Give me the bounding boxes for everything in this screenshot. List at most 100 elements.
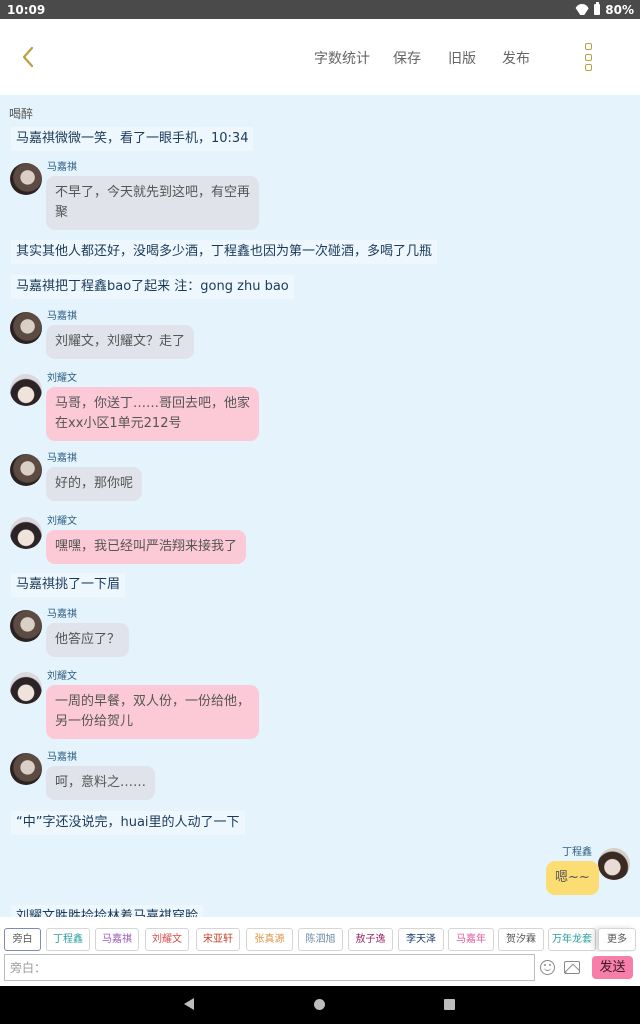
role-label: 刘耀文	[152, 934, 182, 945]
message-bubble: 好的，那你呢	[46, 467, 143, 501]
input-bar: 发送	[0, 952, 640, 986]
save-button[interactable]: 保存	[393, 48, 421, 68]
avatar	[598, 848, 630, 880]
avatar	[10, 163, 42, 195]
message-line: 他答应了？	[55, 632, 121, 647]
publish-button[interactable]: 发布	[502, 48, 530, 68]
message-line: 嘿嘿，我已经叫严浩翔来接我了	[55, 539, 238, 554]
status-right: 80%	[575, 2, 634, 17]
back-button[interactable]	[16, 43, 40, 71]
speaker-name: 刘耀文	[47, 671, 77, 682]
chevron-left-icon	[22, 46, 34, 68]
message-bubble: 一周的早餐，双人份，一份给他， 另一份给贺儿	[46, 685, 260, 739]
role-button[interactable]: 敖子逸	[348, 928, 393, 951]
status-bar: 10:09 80%	[0, 0, 640, 19]
nav-back-icon[interactable]	[184, 998, 194, 1010]
navigation-bar	[0, 986, 640, 1024]
speaker-name: 马嘉祺	[47, 752, 77, 763]
role-label: 马嘉年	[456, 934, 486, 945]
menu-dot-icon	[584, 53, 592, 61]
role-button[interactable]: 宋亚轩	[196, 928, 240, 951]
narration[interactable]: “中”字还没说完，huai里的人动了一下	[11, 811, 245, 835]
role-label: 贺汐霖	[506, 934, 536, 945]
nav-home-icon[interactable]	[314, 999, 325, 1010]
role-label: 陈泗旭	[305, 934, 336, 945]
avatar	[10, 312, 42, 344]
wifi-icon	[575, 4, 589, 15]
speaker-name: 马嘉祺	[47, 162, 77, 173]
speaker-name: 马嘉祺	[47, 453, 77, 464]
message-line: 一周的早餐，双人份，一份给他，	[55, 694, 251, 709]
narration[interactable]: 马嘉祺挑了一下眉	[11, 573, 126, 597]
word-count-button[interactable]: 字数统计	[314, 48, 370, 68]
role-label: 马嘉祺	[102, 934, 132, 945]
role-button[interactable]: 张真源	[246, 928, 293, 951]
avatar	[10, 517, 42, 549]
message-input[interactable]	[4, 954, 535, 981]
role-selector: 旁白 丁程鑫 马嘉祺 刘耀文 宋亚轩 张真源 陈泗旭 敖子逸 李天泽 马嘉年 贺…	[0, 917, 640, 952]
image-icon[interactable]	[564, 961, 580, 974]
message-bubble: 呵，意料之……	[46, 766, 156, 800]
message-line: 不早了，今天就先到这吧，有空再	[55, 185, 251, 200]
message-line: 另一份给贺儿	[55, 714, 134, 729]
message-line: 在xx小区1单元212号	[55, 416, 182, 431]
message-line: 聚	[55, 205, 69, 220]
role-label: 敖子逸	[355, 934, 386, 945]
role-button[interactable]: 马嘉年	[448, 928, 494, 951]
speaker-name: 刘耀文	[47, 373, 77, 384]
role-label: 万年龙套	[552, 934, 592, 945]
avatar	[10, 374, 42, 406]
speaker-name: 丁程鑫	[562, 847, 592, 858]
narration[interactable]: 其实其他人都还好，没喝多少酒，丁程鑫也因为第一次碰酒，多喝了几瓶	[11, 240, 438, 264]
header: 字数统计 保存 旧版 发布	[0, 19, 640, 95]
message-bubble: 嗯~~	[546, 861, 599, 895]
message-bubble: 不早了，今天就先到这吧，有空再 聚	[46, 176, 260, 230]
emoji-icon[interactable]	[540, 960, 555, 975]
role-label: 丁程鑫	[53, 934, 83, 945]
nav-recents-icon[interactable]	[444, 999, 455, 1010]
message-line: 马哥，你送丁……哥回去吧，他家	[55, 396, 251, 411]
menu-dot-icon	[584, 64, 592, 71]
avatar	[10, 672, 42, 704]
message-bubble: 他答应了？	[46, 623, 130, 657]
avatar	[10, 454, 42, 486]
role-button[interactable]: 马嘉祺	[95, 928, 139, 951]
role-button[interactable]: 陈泗旭	[298, 928, 343, 951]
role-button[interactable]: 万年龙套	[548, 928, 596, 951]
speaker-name: 刘耀文	[47, 516, 77, 527]
battery-icon	[594, 2, 601, 15]
avatar	[10, 753, 42, 785]
role-label: 更多	[607, 934, 627, 945]
speaker-name: 马嘉祺	[47, 609, 77, 620]
chapter-title: 喝醉	[9, 107, 34, 121]
role-label: 张真源	[254, 934, 285, 945]
chat-area[interactable]: 喝醉 马嘉祺微微一笑，看了一眼手机，10:34 马嘉祺 不早了，今天就先到这吧，…	[0, 95, 640, 917]
role-button[interactable]: 丁程鑫	[46, 928, 90, 951]
role-button[interactable]: 旁白	[4, 928, 41, 951]
role-button[interactable]: 刘耀文	[145, 928, 189, 951]
status-time: 10:09	[7, 2, 46, 17]
message-line: 刘耀文，刘耀文？走了	[55, 334, 186, 349]
message-bubble: 嘿嘿，我已经叫严浩翔来接我了	[46, 530, 247, 564]
message-line: 呵，意料之……	[55, 775, 147, 790]
role-label: 宋亚轩	[203, 934, 233, 945]
message-line: 好的，那你呢	[55, 476, 134, 491]
send-button[interactable]: 发送	[592, 956, 633, 979]
more-menu-button[interactable]	[578, 43, 598, 71]
old-version-button[interactable]: 旧版	[448, 48, 476, 68]
role-label: 李天泽	[406, 934, 436, 945]
narration[interactable]: 刘耀文胜胜捡捡林着马嘉祺穿脸	[11, 905, 204, 917]
message-line: 嗯~~	[555, 870, 590, 885]
role-button[interactable]: 李天泽	[398, 928, 444, 951]
role-label: 旁白	[12, 934, 33, 945]
more-roles-button[interactable]: 更多	[598, 928, 636, 951]
message-bubble: 马哥，你送丁……哥回去吧，他家 在xx小区1单元212号	[46, 387, 260, 441]
battery-level: 80%	[605, 2, 634, 17]
avatar	[10, 610, 42, 642]
role-button[interactable]: 贺汐霖	[498, 928, 544, 951]
speaker-name: 马嘉祺	[47, 311, 77, 322]
message-bubble: 刘耀文，刘耀文？走了	[46, 325, 195, 359]
menu-dot-icon	[584, 43, 592, 50]
narration[interactable]: 马嘉祺把丁程鑫bao了起来 注：gong zhu bao	[11, 275, 294, 299]
narration[interactable]: 马嘉祺微微一笑，看了一眼手机，10:34	[11, 127, 254, 151]
